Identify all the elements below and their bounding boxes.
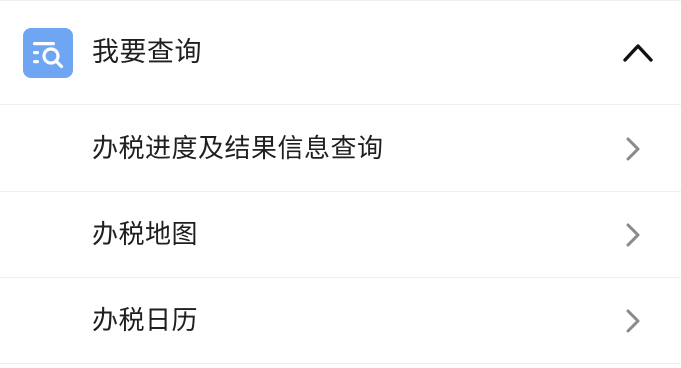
list-item-label: 办税日历 xyxy=(92,306,199,336)
query-menu-panel: 我要查询 办税进度及结果信息查询 办税地图 办税日历 xyxy=(0,0,681,368)
list-item-tax-calendar[interactable]: 办税日历 xyxy=(0,278,681,364)
chevron-right-icon xyxy=(625,136,641,162)
chevron-up-icon[interactable] xyxy=(623,41,653,63)
list-item-label: 办税进度及结果信息查询 xyxy=(92,134,384,164)
query-section-header[interactable]: 我要查询 xyxy=(0,1,681,105)
list-item-tax-map[interactable]: 办税地图 xyxy=(0,192,681,278)
list-item-progress-query[interactable]: 办税进度及结果信息查询 xyxy=(0,106,681,192)
search-list-icon xyxy=(23,28,73,78)
section-title: 我要查询 xyxy=(92,37,202,68)
list-item-label: 办税地图 xyxy=(92,220,199,250)
chevron-right-icon xyxy=(625,222,641,248)
chevron-right-icon xyxy=(625,308,641,334)
